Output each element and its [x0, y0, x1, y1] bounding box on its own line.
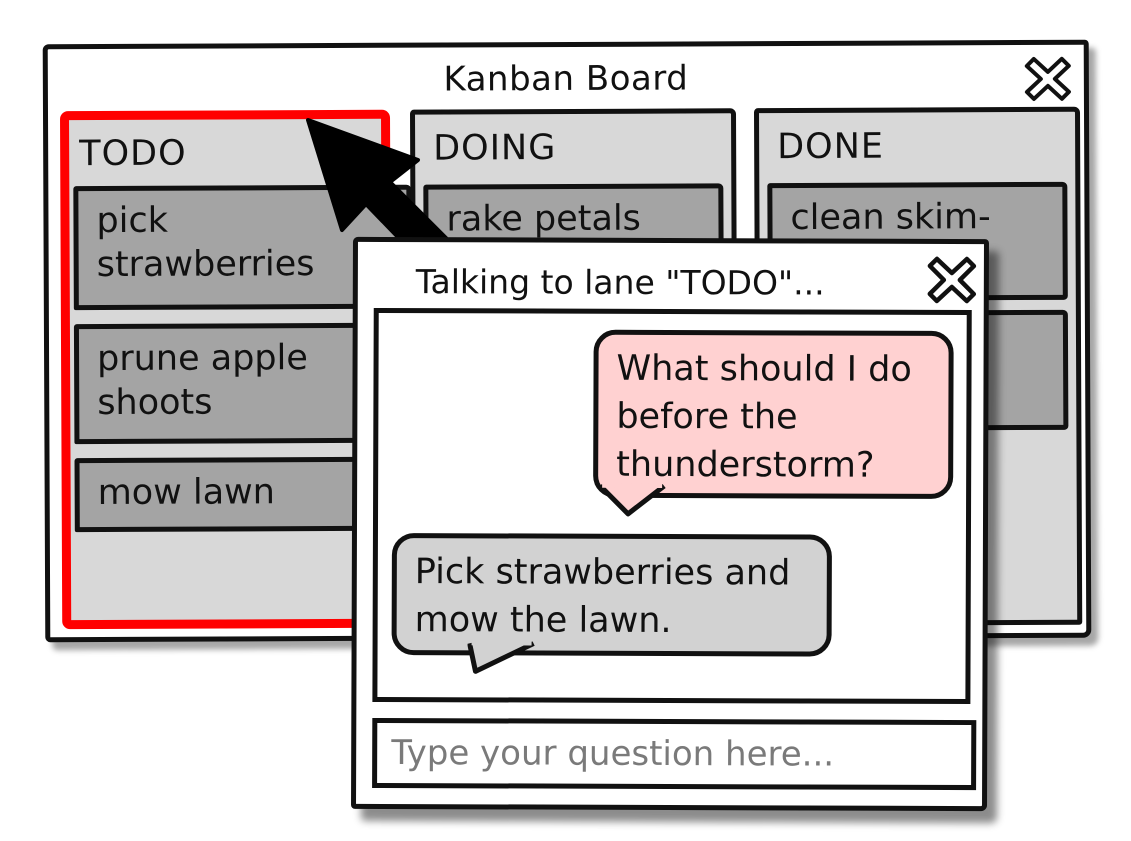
close-icon[interactable] [1024, 55, 1072, 103]
dialog-title: Talking to lane "TODO"... [415, 262, 825, 303]
question-input[interactable] [377, 722, 972, 786]
lane-title: TODO [79, 133, 187, 175]
question-input-box[interactable] [372, 717, 977, 791]
bubble-tail [467, 641, 535, 674]
window-title: Kanban Board [443, 58, 689, 100]
lane-title: DONE [777, 126, 885, 168]
lane-title: DOING [433, 128, 557, 169]
close-icon[interactable] [926, 254, 978, 306]
user-message-bubble: What should I do before the thunderstorm… [593, 329, 954, 499]
bubble-tail [598, 483, 666, 517]
chat-history[interactable]: What should I do before the thunderstorm… [372, 307, 972, 705]
assistant-message-bubble: Pick strawberries and mow the lawn. [391, 533, 832, 657]
chat-dialog: Talking to lane "TODO"... What should I … [351, 236, 989, 812]
